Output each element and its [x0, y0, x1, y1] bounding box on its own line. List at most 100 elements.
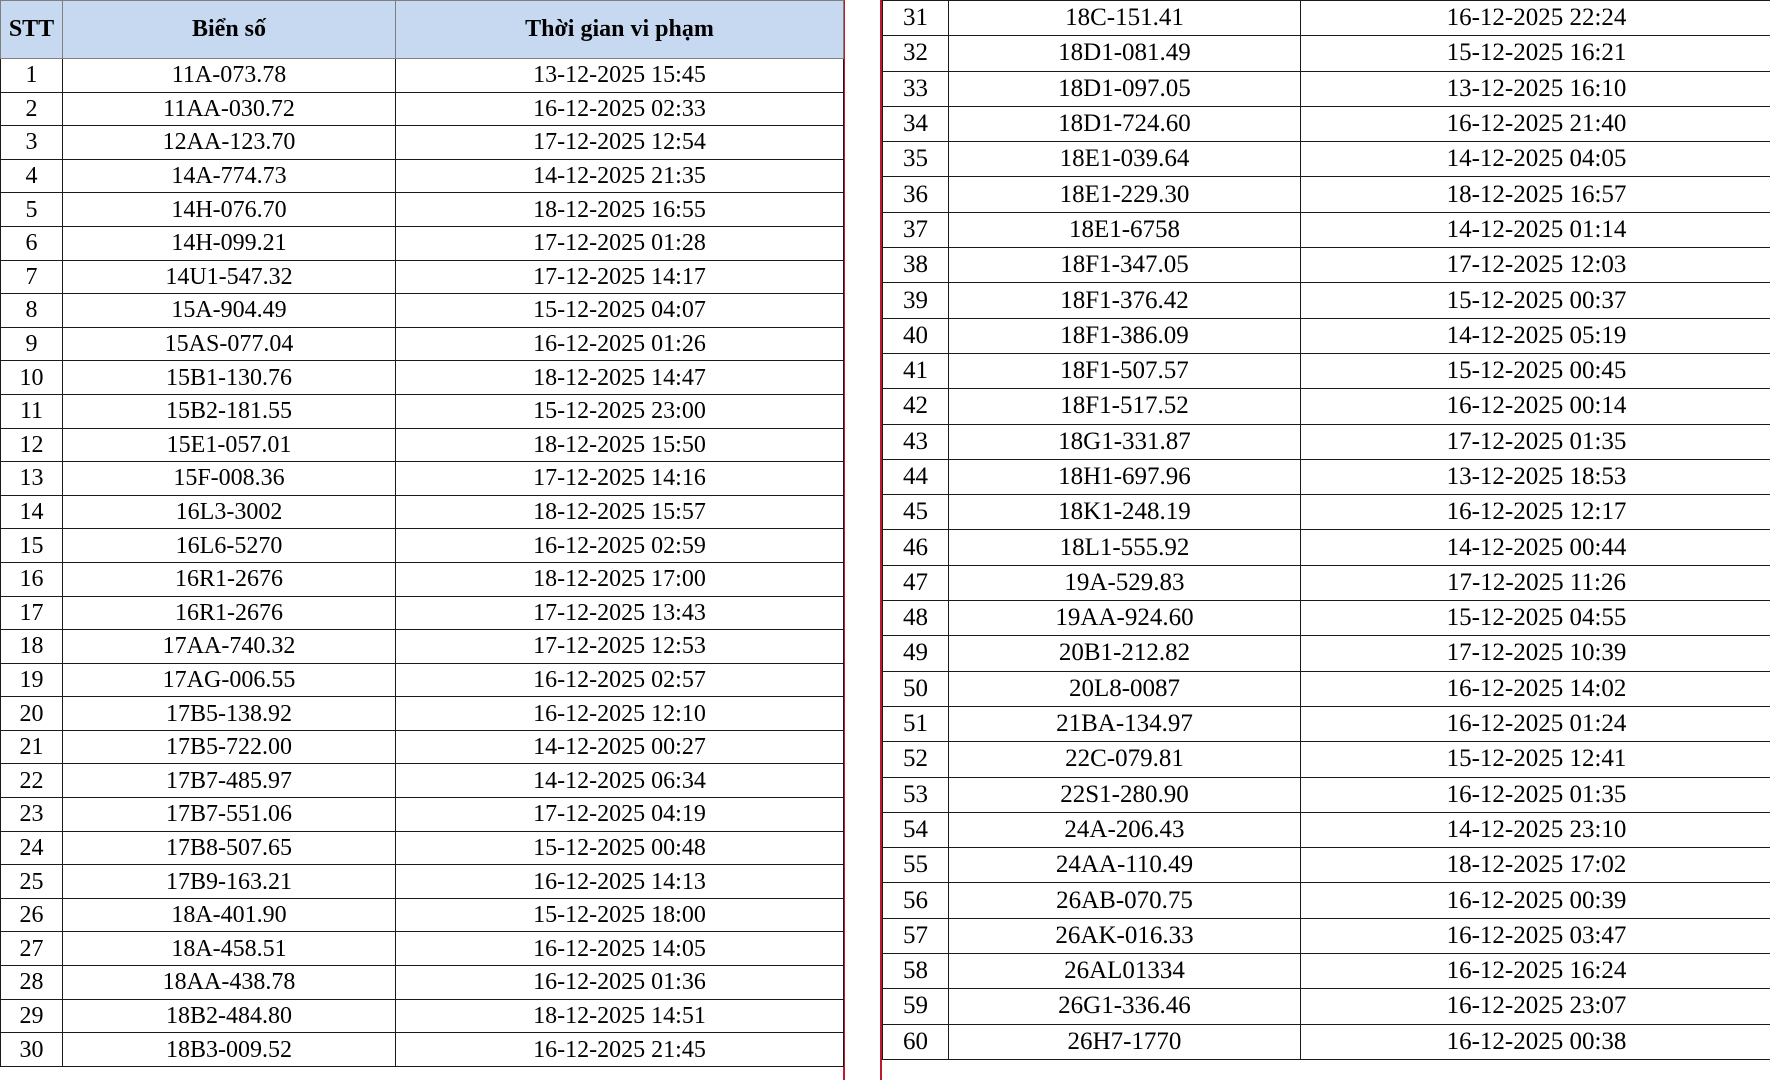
header-plate: Biển số — [62, 0, 396, 59]
row-plate: 26H7-1770 — [948, 1023, 1301, 1060]
row-plate: 19A-529.83 — [948, 564, 1301, 602]
row-plate: 17AG-006.55 — [62, 662, 396, 698]
row-time: 17-12-2025 11:26 — [1300, 564, 1770, 602]
table-row: 3 12AA-123.70 17-12-2025 12:54 — [0, 125, 844, 160]
row-plate: 18H1-697.96 — [948, 458, 1301, 496]
row-plate: 18F1-517.52 — [948, 388, 1301, 425]
row-time: 16-12-2025 01:26 — [395, 326, 844, 362]
row-time: 14-12-2025 00:44 — [1300, 529, 1770, 566]
row-time: 14-12-2025 00:27 — [395, 729, 844, 765]
row-time: 16-12-2025 12:17 — [1300, 494, 1770, 531]
row-time: 18-12-2025 14:51 — [395, 998, 844, 1034]
row-plate: 18E1-039.64 — [948, 141, 1301, 178]
row-time: 17-12-2025 12:53 — [395, 629, 844, 664]
row-stt: 13 — [0, 461, 63, 496]
row-time: 13-12-2025 18:53 — [1300, 458, 1770, 496]
table-row: 30 18B3-009.52 16-12-2025 21:45 — [0, 1032, 844, 1067]
row-plate: 14A-774.73 — [62, 158, 396, 194]
row-plate: 18B3-009.52 — [62, 1032, 396, 1067]
table-row: 41 18F1-507.57 15-12-2025 00:45 — [882, 352, 1770, 390]
row-time: 16-12-2025 21:40 — [1300, 105, 1770, 143]
row-stt: 52 — [882, 741, 949, 778]
row-stt: 30 — [0, 1032, 63, 1067]
row-stt: 57 — [882, 917, 949, 955]
right-table-body: 31 18C-151.41 16-12-2025 22:24 32 18D1-081.4… — [882, 0, 1770, 1060]
table-row: 20 17B5-138.92 16-12-2025 12:10 — [0, 696, 844, 731]
row-stt: 60 — [882, 1023, 949, 1060]
table-row: 16 16R1-2676 18-12-2025 17:00 — [0, 561, 844, 597]
row-stt: 58 — [882, 953, 949, 990]
row-time: 18-12-2025 14:47 — [395, 360, 844, 395]
table-row: 18 17AA-740.32 17-12-2025 12:53 — [0, 629, 844, 664]
row-stt: 6 — [0, 225, 63, 261]
row-time: 15-12-2025 12:41 — [1300, 741, 1770, 778]
row-stt: 26 — [0, 897, 63, 933]
row-stt: 22 — [0, 763, 63, 799]
table-row: 59 26G1-336.46 16-12-2025 23:07 — [882, 988, 1770, 1025]
row-time: 16-12-2025 00:14 — [1300, 388, 1770, 425]
table-row: 58 26AL01334 16-12-2025 16:24 — [882, 953, 1770, 990]
row-plate: 18F1-386.09 — [948, 317, 1301, 354]
row-stt: 1 — [0, 58, 63, 93]
row-plate: 22S1-280.90 — [948, 776, 1301, 813]
row-stt: 43 — [882, 423, 949, 460]
table-row: 56 26AB-070.75 16-12-2025 00:39 — [882, 882, 1770, 919]
table-row: 50 20L8-0087 16-12-2025 14:02 — [882, 670, 1770, 707]
table-row: 57 26AK-016.33 16-12-2025 03:47 — [882, 917, 1770, 955]
row-plate: 15E1-057.01 — [62, 427, 396, 463]
table-row: 28 18AA-438.78 16-12-2025 01:36 — [0, 965, 844, 1000]
row-time: 14-12-2025 01:14 — [1300, 211, 1770, 249]
row-plate: 16L3-3002 — [62, 494, 396, 530]
row-time: 18-12-2025 15:57 — [395, 494, 844, 530]
table-row: 38 18F1-347.05 17-12-2025 12:03 — [882, 247, 1770, 284]
table-row: 46 18L1-555.92 14-12-2025 00:44 — [882, 529, 1770, 566]
row-time: 17-12-2025 12:54 — [395, 125, 844, 160]
row-plate: 11A-073.78 — [62, 58, 396, 93]
row-stt: 3 — [0, 125, 63, 160]
row-stt: 18 — [0, 629, 63, 664]
row-time: 15-12-2025 23:00 — [395, 393, 844, 429]
row-time: 13-12-2025 16:10 — [1300, 70, 1770, 107]
row-time: 16-12-2025 00:38 — [1300, 1023, 1770, 1060]
row-time: 15-12-2025 00:37 — [1300, 282, 1770, 319]
table-row: 19 17AG-006.55 16-12-2025 02:57 — [0, 662, 844, 698]
row-plate: 17B9-163.21 — [62, 864, 396, 899]
row-time: 16-12-2025 12:10 — [395, 696, 844, 731]
table-row: 55 24AA-110.49 18-12-2025 17:02 — [882, 847, 1770, 884]
row-stt: 8 — [0, 293, 63, 328]
row-time: 16-12-2025 14:02 — [1300, 670, 1770, 707]
row-plate: 18E1-6758 — [948, 211, 1301, 249]
row-time: 17-12-2025 12:03 — [1300, 247, 1770, 284]
row-plate: 20B1-212.82 — [948, 635, 1301, 672]
row-plate: 24AA-110.49 — [948, 847, 1301, 884]
table-row: 5 14H-076.70 18-12-2025 16:55 — [0, 192, 844, 227]
row-stt: 36 — [882, 176, 949, 213]
table-row: 39 18F1-376.42 15-12-2025 00:37 — [882, 282, 1770, 319]
row-time: 17-12-2025 01:35 — [1300, 423, 1770, 460]
table-row: 32 18D1-081.49 15-12-2025 16:21 — [882, 35, 1770, 72]
row-stt: 45 — [882, 494, 949, 531]
row-plate: 18AA-438.78 — [62, 965, 396, 1000]
table-row: 36 18E1-229.30 18-12-2025 16:57 — [882, 176, 1770, 213]
row-time: 16-12-2025 14:13 — [395, 864, 844, 899]
row-plate: 26AB-070.75 — [948, 882, 1301, 919]
table-row: 23 17B7-551.06 17-12-2025 04:19 — [0, 797, 844, 832]
row-time: 16-12-2025 16:24 — [1300, 953, 1770, 990]
row-stt: 11 — [0, 393, 63, 429]
row-time: 16-12-2025 02:57 — [395, 662, 844, 698]
row-time: 16-12-2025 01:36 — [395, 965, 844, 1000]
row-stt: 32 — [882, 35, 949, 72]
table-row: 14 16L3-3002 18-12-2025 15:57 — [0, 494, 844, 530]
left-table-panel: STT Biển số Thời gian vi phạm 1 11A-073.7… — [0, 0, 845, 1080]
table-row: 1 11A-073.78 13-12-2025 15:45 — [0, 58, 844, 93]
row-stt: 55 — [882, 847, 949, 884]
row-time: 14-12-2025 23:10 — [1300, 811, 1770, 849]
table-row: 15 16L6-5270 16-12-2025 02:59 — [0, 528, 844, 563]
row-time: 14-12-2025 21:35 — [395, 158, 844, 194]
table-row: 60 26H7-1770 16-12-2025 00:38 — [882, 1023, 1770, 1060]
row-plate: 18D1-097.05 — [948, 70, 1301, 107]
table-row: 31 18C-151.41 16-12-2025 22:24 — [882, 0, 1770, 37]
row-plate: 18D1-724.60 — [948, 105, 1301, 143]
row-time: 16-12-2025 22:24 — [1300, 0, 1770, 37]
row-stt: 12 — [0, 427, 63, 463]
